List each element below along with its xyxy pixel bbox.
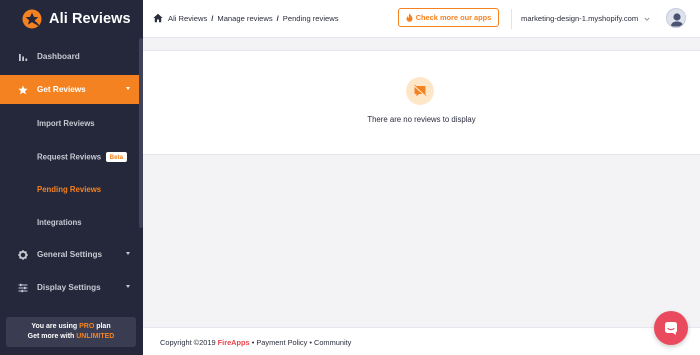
store-selector[interactable]: marketing-design-1.myshopify.com [521,14,650,23]
sidebar-subitem-request-reviews[interactable]: Request Reviews Beta [37,152,127,162]
breadcrumb: Ali Reviews / Manage reviews / Pending r… [153,13,339,23]
sidebar-subitem-import-reviews[interactable]: Import Reviews [37,119,95,128]
copyright-text: Copyright ©2019 [160,338,218,347]
breadcrumb-current: Pending reviews [282,13,339,23]
upgrade-line: Get more with UNLIMITED [27,333,115,340]
footer: Copyright ©2019 FireApps • Payment Polic… [143,327,700,355]
footer-links[interactable]: • Payment Policy • Community [250,338,352,347]
plan-line: You are using PRO plan [31,323,111,330]
sidebar-item-dashboard[interactable]: Dashboard [0,42,139,71]
gear-icon [18,249,28,260]
chevron-down-icon [126,252,130,255]
star-logo-icon [22,9,42,29]
star-icon [18,85,28,94]
no-reviews-icon [413,84,427,98]
top-bar: Ali Reviews / Manage reviews / Pending r… [143,0,700,38]
plan-upgrade-box[interactable]: You are using PRO plan Get more with UNL… [6,317,136,347]
chat-icon [665,322,677,335]
store-name: marketing-design-1.myshopify.com [521,14,639,23]
sidebar-item-label: Dashboard [37,52,80,61]
breadcrumb-separator: / [211,13,214,23]
sidebar-item-display-settings[interactable]: Display Settings [0,273,139,302]
chevron-down-icon [126,285,130,288]
app-logo[interactable]: Ali Reviews [0,0,143,38]
app-name: Ali Reviews [49,11,131,27]
check-more-apps-label: Check more our apps [415,13,492,22]
sidebar-item-general-settings[interactable]: General Settings [0,240,139,269]
home-icon[interactable] [153,13,163,23]
upgrade-plan-link[interactable]: UNLIMITED [76,333,114,340]
fireapps-link[interactable]: FireApps [218,338,250,347]
sidebar-item-label: Display Settings [37,283,101,292]
plan-name: PRO [79,323,95,330]
empty-state-message: There are no reviews to display [367,115,476,124]
chevron-down-icon [126,87,130,90]
sidebar-subitem-label: Request Reviews [37,152,102,162]
sliders-icon [18,283,28,292]
user-avatar-icon [667,9,685,27]
user-avatar[interactable] [666,8,686,28]
sidebar-subitem-integrations[interactable]: Integrations [37,218,82,227]
sidebar-item-label: General Settings [37,250,103,259]
sidebar-subitem-pending-reviews[interactable]: Pending Reviews [37,185,101,194]
empty-state-badge [406,77,434,105]
header-divider [511,9,512,29]
breadcrumb-item[interactable]: Manage reviews [217,14,272,23]
sidebar-item-get-reviews[interactable]: Get Reviews [0,75,139,104]
bar-chart-icon [19,53,28,61]
breadcrumb-separator: / [276,13,279,23]
sidebar: Ali Reviews Dashboard Get Reviews Import… [0,0,143,355]
check-more-apps-button[interactable]: Check more our apps [398,8,499,27]
pending-reviews-panel: There are no reviews to display [143,50,700,155]
beta-badge: Beta [106,152,127,162]
sidebar-item-label: Get Reviews [37,85,86,94]
footer-text: Copyright ©2019 FireApps • Payment Polic… [160,338,351,347]
chat-button[interactable] [654,311,688,345]
fire-icon [406,13,413,22]
breadcrumb-item[interactable]: Ali Reviews [168,14,207,23]
chevron-down-icon [644,17,650,21]
